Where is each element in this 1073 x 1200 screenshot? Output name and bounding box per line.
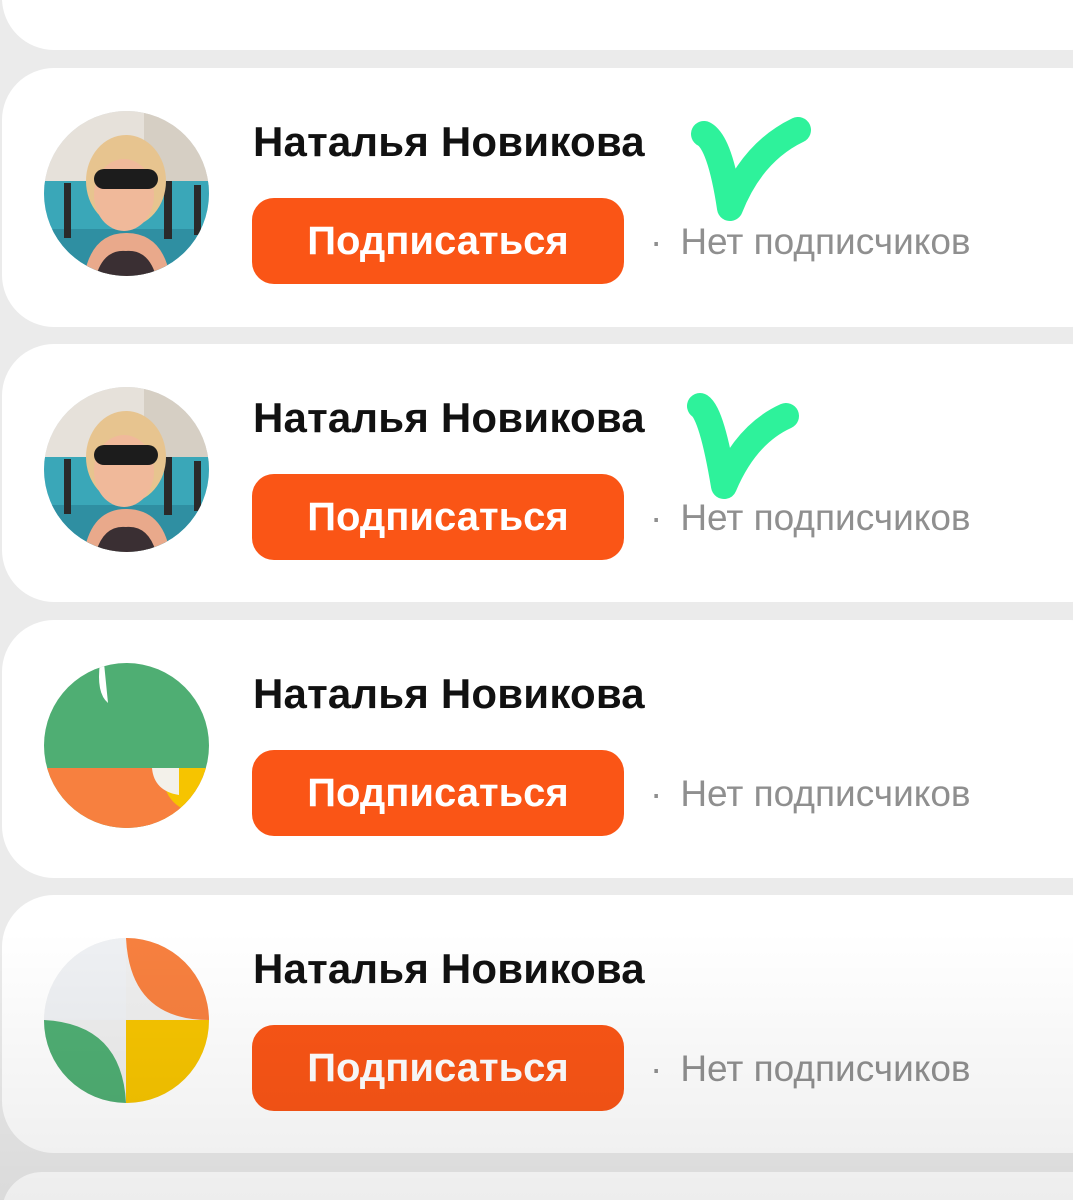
user-name[interactable]: Наталья Новикова bbox=[253, 118, 645, 166]
separator-dot: · bbox=[650, 773, 663, 814]
followers-text: Нет подписчиков bbox=[680, 1048, 971, 1089]
followers-count: · Нет подписчиков bbox=[650, 773, 971, 815]
separator-dot: · bbox=[650, 221, 663, 262]
subscribe-button[interactable]: Подписаться bbox=[252, 1025, 624, 1111]
followers-count: · Нет подписчиков bbox=[650, 497, 971, 539]
list-item-partial-bottom bbox=[2, 1172, 1073, 1200]
list-item: Наталья Новикова Подписаться · Нет подпис… bbox=[2, 895, 1073, 1153]
avatar[interactable] bbox=[44, 111, 209, 276]
separator-dot: · bbox=[650, 1048, 663, 1089]
followers-text: Нет подписчиков bbox=[680, 773, 971, 814]
user-name[interactable]: Наталья Новикова bbox=[253, 394, 645, 442]
list-item-partial-top bbox=[2, 0, 1073, 50]
subscribe-button[interactable]: Подписаться bbox=[252, 474, 624, 560]
list-item: Наталья Новикова Подписаться · Нет подпис… bbox=[2, 68, 1073, 327]
followers-count: · Нет подписчиков bbox=[650, 1048, 971, 1090]
list-item: Наталья Новикова Подписаться · Нет подпис… bbox=[2, 344, 1073, 602]
user-name[interactable]: Наталья Новикова bbox=[253, 670, 645, 718]
followers-text: Нет подписчиков bbox=[680, 497, 971, 538]
followers-text: Нет подписчиков bbox=[680, 221, 971, 262]
separator-dot: · bbox=[650, 497, 663, 538]
subscribe-button[interactable]: Подписаться bbox=[252, 198, 624, 284]
user-name[interactable]: Наталья Новикова bbox=[253, 945, 645, 993]
list-item: Наталья Новикова Подписаться · Нет подпис… bbox=[2, 620, 1073, 878]
subscription-list: Наталья Новикова Подписаться · Нет подпис… bbox=[0, 0, 1073, 1200]
avatar[interactable] bbox=[44, 387, 209, 552]
avatar[interactable] bbox=[44, 663, 209, 828]
avatar[interactable] bbox=[44, 938, 209, 1103]
followers-count: · Нет подписчиков bbox=[650, 221, 971, 263]
subscribe-button[interactable]: Подписаться bbox=[252, 750, 624, 836]
